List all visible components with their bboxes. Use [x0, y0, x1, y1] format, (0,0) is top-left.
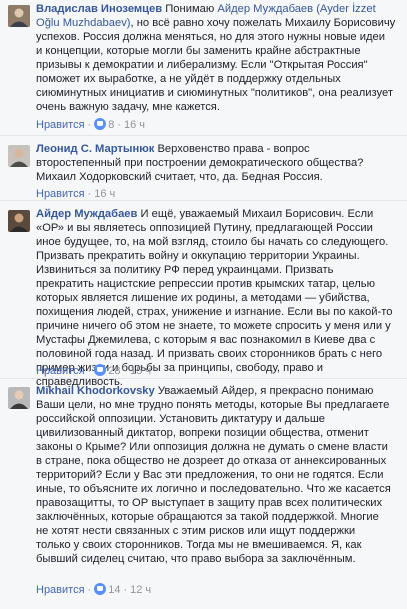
comment-line: и концепции, которые могли бы заменить к… [36, 45, 361, 57]
comment-line: бывший сиделец считаю, что право выбора … [36, 553, 356, 565]
comment: Mikhail Khodorkovsky Уважаемый Айдер, я … [0, 384, 407, 606]
like-count[interactable]: 28 [108, 365, 120, 377]
avatar[interactable] [8, 145, 30, 167]
comment: Леонид С. Мартынюк Верховенство права - … [0, 142, 407, 201]
comment-author[interactable]: Айдер Муждабаев [36, 208, 137, 220]
comment-line: Мустафы Джемилева, с которым я вас позна… [36, 334, 376, 346]
comment-line: территорий? Если у Вас эти предложения, … [36, 469, 384, 481]
comment-meta: Нравится · 28 · 15 ч [36, 364, 151, 378]
comment-line: прекратить нацистские репрессии против к… [36, 278, 375, 290]
comment-line: не хотят нести связанных с этим рисков и… [36, 525, 356, 537]
comment-feed: Владислав Иноземцев Понимаю Айдер Муждаб… [0, 0, 407, 609]
like-button[interactable]: Нравится [36, 119, 85, 131]
separator-dot: · [123, 584, 128, 596]
comment-body: Mikhail Khodorkovsky Уважаемый Айдер, я … [36, 384, 398, 566]
avatar[interactable] [8, 210, 30, 232]
comment-timestamp[interactable]: 16 ч [124, 119, 145, 131]
comment-text: , но всё равно хочу пожелать Михаилу Бор… [130, 17, 396, 29]
comment-author[interactable]: Леонид С. Мартынюк [36, 143, 154, 155]
comment-line: которых является лишение их родины, а ме… [36, 292, 370, 304]
like-button[interactable]: Нравится [36, 365, 85, 377]
comment: Владислав Иноземцев Понимаю Айдер Муждаб… [0, 2, 407, 132]
separator-dot: · [87, 365, 92, 377]
comment-author[interactable]: Владислав Иноземцев [36, 3, 162, 15]
comment-line: успехов. Россия должна меняться, но для … [36, 31, 385, 43]
avatar-photo-icon [8, 387, 30, 409]
comment-line: очень важную задачу, мне кажется. [36, 101, 220, 113]
comment-line-0: Mikhail Khodorkovsky Уважаемый Айдер, я … [36, 384, 398, 398]
comment-line-0: Леонид С. Мартынюк Верховенство права - … [36, 142, 398, 156]
comment-timestamp[interactable]: 15 ч [130, 365, 151, 377]
comment-line: «ОР» и вы являетесь оппозицией Путину, п… [36, 222, 373, 234]
like-reaction-icon[interactable] [94, 583, 107, 595]
comment-line: иные, то объясните их логично и последов… [36, 483, 391, 495]
comment-body: Леонид С. Мартынюк Верховенство права - … [36, 142, 398, 184]
comment-line: второстепенный при построении демократич… [36, 157, 364, 169]
avatar[interactable] [8, 387, 30, 409]
comment-text: Верховенство права - вопрос [157, 143, 310, 155]
avatar-photo-icon [8, 145, 30, 167]
divider [0, 200, 407, 201]
avatar-photo-icon [8, 210, 30, 232]
like-count[interactable]: 14 [108, 584, 120, 596]
comment-line: похищения людей, страх, унижение и изгна… [36, 306, 393, 318]
comment-text: Понимаю [165, 3, 218, 15]
avatar-photo-icon [8, 5, 30, 27]
comment-body: Владислав Иноземцев Понимаю Айдер Муждаб… [36, 2, 398, 114]
divider [0, 135, 407, 136]
like-button[interactable]: Нравится [36, 584, 85, 596]
separator-dot: · [117, 119, 122, 131]
like-reaction-icon[interactable] [94, 118, 107, 130]
comment-meta: Нравится · 16 ч [36, 187, 115, 201]
comment-meta: Нравится · 8 · 16 ч [36, 118, 145, 132]
comment-line: поможет их выработке, а не уйдёт в подде… [36, 73, 341, 85]
comment-line: Призвать прекратить войну и оккупацию те… [36, 250, 360, 262]
comment-line: цивилизованный диктатор, вопреки позиции… [36, 427, 369, 439]
divider [0, 378, 407, 379]
comment-line: Oğlu Muzhdabaev), но всё равно хочу поже… [36, 16, 398, 30]
comment-line: заключённых, которые обращаются за такой… [36, 511, 379, 523]
comment-line-0: Владислав Иноземцев Понимаю Айдер Муждаб… [36, 2, 398, 16]
comment-line: сиюминутных инициатив и сиюминутных "пол… [36, 87, 393, 99]
comment-line: правозащитты, то ОР выступает в защиту п… [36, 497, 383, 509]
comment-text: Уважаемый Айдер, я прекрасно понимаю [157, 385, 374, 397]
comment-line: законы о Крыме? Или оппозиция должна не … [36, 441, 388, 453]
like-button[interactable]: Нравится [36, 188, 85, 200]
comment-line: половиной года назад. И призвать своих с… [36, 348, 383, 360]
comment-meta: Нравится · 14 · 12 ч [36, 583, 151, 597]
comment-line: Извиниться за политику РФ перед украинца… [36, 264, 334, 276]
comment-line: причине ничего об этом не знаете, то мож… [36, 320, 391, 332]
comment-line: иное будущее, то, на мой взгляд, стоило … [36, 236, 389, 248]
comment-body: Айдер Муждабаев И ещё, уважаемый Михаил … [36, 207, 398, 389]
separator-dot: · [87, 188, 92, 200]
mention-link[interactable]: Oğlu Muzhdabaev) [36, 17, 131, 29]
comment-line-0: Айдер Муждабаев И ещё, уважаемый Михаил … [36, 207, 398, 221]
separator-dot: · [87, 584, 92, 596]
like-reaction-icon[interactable] [94, 364, 107, 376]
comment-line: Ваши цели, но мне трудно понять методы, … [36, 399, 390, 411]
comment-line: российской оппозиции. Установить диктату… [36, 413, 326, 425]
comment-text: И ещё, уважаемый Михаил Борисович. Если [140, 208, 374, 220]
comment-line: призывы к демократии и либерализму. Если… [36, 59, 368, 71]
comment-line: Михаил Ходорковский считает, что, да. Бе… [36, 171, 323, 183]
comment-line: только у своих сторонников. Тогда мы не … [36, 539, 362, 551]
separator-dot: · [123, 365, 128, 377]
comment-line: в стране, пока общество не дозреет до от… [36, 455, 387, 467]
comment-timestamp[interactable]: 16 ч [94, 188, 115, 200]
mention-link[interactable]: Айдер Муждабаев (Ayder İzzet [217, 3, 375, 15]
comment-author[interactable]: Mikhail Khodorkovsky [36, 385, 155, 397]
comment-timestamp[interactable]: 12 ч [130, 584, 151, 596]
separator-dot: · [87, 119, 92, 131]
avatar[interactable] [8, 5, 30, 27]
comment: Айдер Муждабаев И ещё, уважаемый Михаил … [0, 207, 407, 388]
